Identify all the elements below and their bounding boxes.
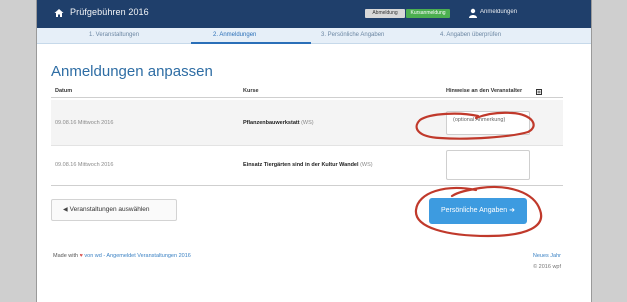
note-input[interactable]	[446, 150, 530, 180]
step-angaben-ueberpruefen[interactable]: 4. Angaben überprüfen	[440, 32, 501, 38]
next-button-label: Persönliche Angaben	[441, 207, 508, 214]
top-navbar: Prüfgebühren 2016 Abmeldung Kursanmeldun…	[37, 0, 591, 28]
note-input[interactable]: (optional Anmerkung)	[446, 111, 530, 135]
heart-icon: ♥	[79, 253, 83, 259]
arrow-right-icon: ➜	[509, 207, 515, 214]
select-events-label: Veranstaltungen auswählen	[69, 206, 150, 213]
arrow-left-icon: ◀	[63, 207, 68, 213]
home-icon[interactable]	[54, 8, 64, 18]
step-anmeldungen[interactable]: 2. Anmeldungen	[213, 32, 256, 38]
course-type: (WS)	[301, 120, 314, 126]
step-veranstaltungen[interactable]: 1. Veranstaltungen	[89, 32, 139, 38]
row-course: Pflanzenbauwerkstatt (WS)	[243, 120, 314, 126]
footer-link[interactable]: von wd - Angemeldet Veranstaltungen 2016	[84, 253, 190, 259]
course-name: Pflanzenbauwerkstatt	[243, 120, 300, 126]
user-icon	[469, 8, 477, 18]
next-personal-data-button[interactable]: Persönliche Angaben ➜	[429, 198, 527, 224]
row-course: Einsatz Tiergärten sind in der Kultur Wa…	[243, 162, 373, 168]
table-row: 09.08.16 Mittwoch 2016 Pflanzenbauwerkst…	[51, 100, 563, 146]
select-events-button[interactable]: ◀ Veranstaltungen auswählen	[51, 199, 177, 221]
row-date: 09.08.16 Mittwoch 2016	[55, 162, 114, 168]
header-course: Kurse	[243, 88, 259, 94]
table-row: 09.08.16 Mittwoch 2016 Einsatz Tiergärte…	[51, 146, 563, 186]
footer-copyright: © 2016 wpf	[533, 264, 561, 270]
edit-icon	[536, 89, 542, 95]
header-note: Hinweise an den Veranstalter	[446, 88, 523, 94]
footer-link-new-year[interactable]: Neues Jahr	[499, 253, 561, 259]
page-title: Anmeldungen anpassen	[51, 63, 213, 80]
header-date: Datum	[55, 88, 73, 94]
status-badge-kursanmeldung[interactable]: Kursanmeldung	[406, 9, 450, 18]
browser-page: Prüfgebühren 2016 Abmeldung Kursanmeldun…	[36, 0, 592, 302]
course-name: Einsatz Tiergärten sind in der Kultur Wa…	[243, 162, 359, 168]
app-title[interactable]: Prüfgebühren 2016	[70, 7, 149, 17]
row-date: 09.08.16 Mittwoch 2016	[55, 120, 114, 126]
active-step-indicator	[191, 42, 311, 44]
course-type: (WS)	[360, 162, 373, 168]
footer-credit: Made with ♥ von wd - Angemeldet Veransta…	[53, 253, 191, 259]
table-header: Datum Kurse Hinweise an den Veranstalter	[51, 86, 563, 98]
status-badge-abmeldung[interactable]: Abmeldung	[365, 9, 405, 18]
step-persoenliche-angaben[interactable]: 3. Persönliche Angaben	[321, 32, 384, 38]
note-placeholder: (optional Anmerkung)	[453, 117, 506, 123]
wizard-steps: 1. Veranstaltungen 2. Anmeldungen 3. Per…	[37, 28, 591, 44]
footer-made-with: Made with	[53, 253, 79, 259]
user-menu-link[interactable]: Anmeldungen	[480, 9, 517, 15]
